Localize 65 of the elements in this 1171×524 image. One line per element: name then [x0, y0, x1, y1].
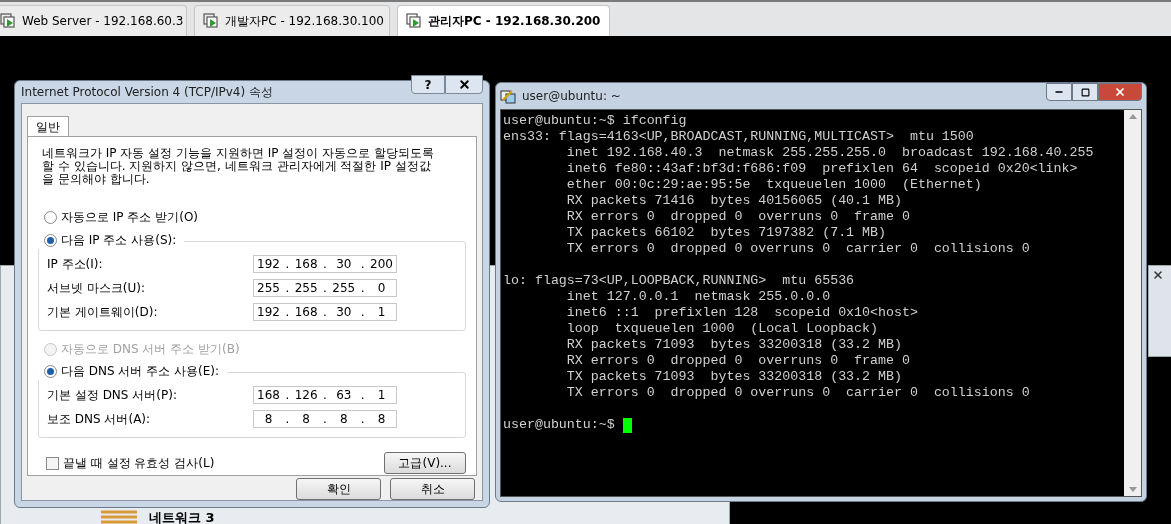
terminal-line: loop txqueuelen 1000 (Local Loopback): [565, 321, 880, 337]
general-tab[interactable]: 일반: [27, 116, 69, 137]
ip-address-field[interactable]: 192 . 168 . 30 . 1: [253, 303, 397, 321]
terminal-line: inet 127.0.0.1 netmask 255.0.0.0: [565, 289, 832, 305]
ip-address-field[interactable]: 255 . 255 . 255 . 0: [253, 279, 397, 297]
description-text: 네트워크가 IP 자동 설정 기능을 지원하면 IP 설정이 자동으로 할당되도록 할 수 있습니다. 지원하지 않으면, 네트워크 관리자에게 적절한 IP 설정값을 문의해야 합니다.: [41, 147, 435, 186]
vm-tab[interactable]: 관리자PC - 192.168.30.200: [397, 5, 610, 36]
checkbox[interactable]: [46, 456, 59, 470]
terminal-line: lo: flags=73<UP,LOOPBACK,RUNNING> mtu 65536: [503, 273, 856, 289]
terminal-line: inet6 ::1 prefixlen 128 scopeid 0x10<host>: [565, 305, 919, 321]
terminal-line: TX packets 71093 bytes 33200318 (33.2 MB): [565, 369, 903, 385]
ip-address-field[interactable]: 8 . 8 . 8 . 8: [253, 410, 397, 428]
field-label: IP 주소(I):: [47, 256, 103, 273]
terminal-line: TX packets 66102 bytes 7197382 (7.1 MB): [565, 225, 887, 241]
vm-tab[interactable]: 개발자PC - 192.168.30.100: [194, 5, 390, 36]
radio-label: 자동으로 IP 주소 받기(O): [61, 209, 199, 226]
terminal-line: RX errors 0 dropped 0 overruns 0 frame 0: [565, 209, 911, 225]
radio-button[interactable]: [44, 210, 57, 224]
checkbox-label: 끝낼 때 설정 유효성 검사(L): [63, 455, 215, 472]
maximize-button[interactable]: [1072, 83, 1098, 101]
scroll-up-icon[interactable]: [1128, 114, 1137, 119]
radio-label: 자동으로 DNS 서버 주소 받기(B): [61, 341, 240, 358]
close-button[interactable]: [445, 75, 483, 94]
advanced-button[interactable]: 고급(V)...: [384, 452, 466, 474]
terminal-line: RX errors 0 dropped 0 overruns 0 frame 0: [565, 353, 911, 369]
field-label: 기본 게이트웨이(D):: [47, 304, 158, 321]
vm-play-icon: [0, 13, 16, 29]
minimize-button[interactable]: [1046, 83, 1072, 101]
terminal-app-icon: [500, 88, 516, 104]
radio-label: 다음 DNS 서버 주소 사용(E):: [61, 363, 220, 380]
dialog-button[interactable]: 확인: [296, 478, 381, 500]
vm-play-icon: [406, 13, 422, 29]
help-button[interactable]: ?: [411, 75, 445, 94]
ip-address-field[interactable]: 192 . 168 . 30 . 200: [253, 255, 397, 273]
close-icon[interactable]: [1152, 269, 1164, 281]
scroll-down-icon[interactable]: [1128, 487, 1137, 492]
desktop-item-label: 네트워크 3: [149, 508, 215, 524]
terminal-line: RX packets 71416 bytes 40156065 (40.1 MB): [565, 193, 903, 209]
vm-tab[interactable]: Web Server - 192.168.60.3: [0, 5, 187, 36]
terminal-line: user@ubuntu:~$ ifconfig: [503, 113, 688, 129]
scrollbar[interactable]: [1124, 110, 1141, 496]
field-label: 서브넷 마스크(U):: [47, 280, 145, 297]
close-icon: [457, 78, 471, 91]
terminal-line: RX packets 71093 bytes 33200318 (33.2 MB): [565, 337, 903, 353]
ip-address-field[interactable]: 168 . 126 . 63 . 1: [253, 386, 397, 404]
radio-button[interactable]: [44, 233, 57, 247]
close-icon: [1114, 86, 1126, 98]
text-cursor: [622, 417, 632, 433]
terminal-line: ether 00:0c:29:ae:95:5e txqueuelen 1000 (Ethernet): [565, 177, 983, 193]
field-label: 보조 DNS 서버(A):: [47, 411, 151, 428]
maximize-icon: [1080, 87, 1090, 97]
window-title: user@ubuntu: ~: [522, 88, 621, 105]
dialog-button[interactable]: 취소: [390, 478, 475, 500]
network-icon: [101, 510, 137, 524]
terminal-line: ens33: flags=4163<UP,BROADCAST,RUNNING,MULTICAST> mtu 1500: [503, 129, 975, 145]
vm-play-icon: [203, 13, 219, 29]
terminal-prompt: user@ubuntu:~$: [503, 417, 615, 433]
radio-button[interactable]: [44, 364, 57, 378]
terminal-line: TX errors 0 dropped 0 overruns 0 carrier 0 collisions 0: [565, 385, 1031, 401]
terminal-line: inet 192.168.40.3 netmask 255.255.255.0 broadcast 192.168.40.255: [565, 145, 1095, 161]
field-label: 기본 설정 DNS 서버(P):: [47, 387, 177, 404]
radio-label: 다음 IP 주소 사용(S):: [61, 232, 177, 249]
terminal-line: TX errors 0 dropped 0 overruns 0 carrier 0 collisions 0: [565, 241, 1031, 257]
window-title: Internet Protocol Version 4 (TCP/IPv4) 속성: [21, 84, 273, 101]
terminal-line: inet6 fe80::43af:bf3d:f686:f09 prefixlen 64 scopeid 0x20<link>: [565, 161, 1079, 177]
